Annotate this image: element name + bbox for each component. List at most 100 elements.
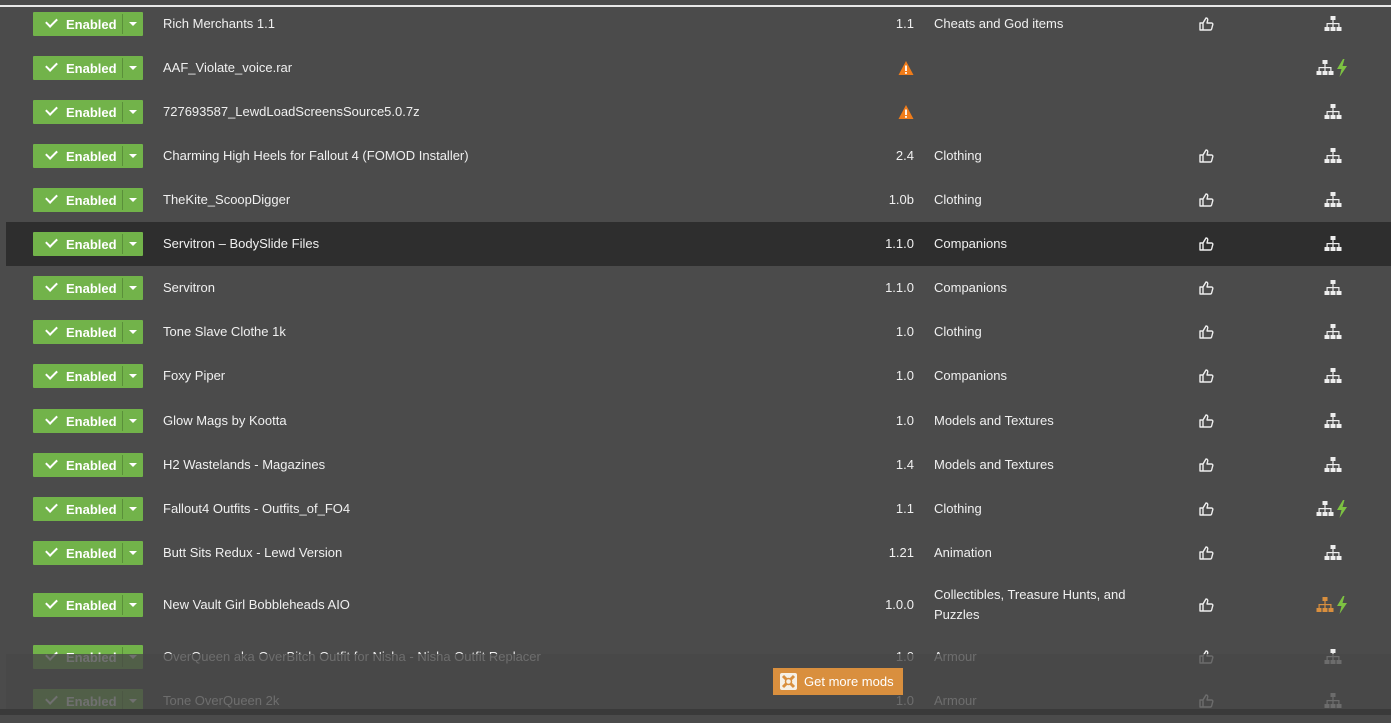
- mod-row[interactable]: Enabled H2 Wastelands - Magazines 1.4 Model…: [6, 443, 1391, 487]
- enabled-button[interactable]: Enabled: [33, 320, 122, 344]
- enabled-button[interactable]: Enabled: [33, 453, 122, 477]
- dependencies-icon[interactable]: [1316, 59, 1334, 77]
- mod-version: 1.4: [895, 457, 914, 472]
- mod-row[interactable]: Enabled Servitron – BodySlide Files 1.1.0 C…: [6, 222, 1391, 266]
- checkmark-icon: [45, 279, 58, 292]
- endorse-thumbs-up-icon[interactable]: [1198, 597, 1214, 613]
- mod-category: Animation: [934, 545, 992, 560]
- status-dropdown-button[interactable]: [123, 409, 143, 433]
- checkmark-icon: [45, 596, 58, 609]
- enabled-button[interactable]: Enabled: [33, 593, 122, 617]
- status-dropdown-button[interactable]: [123, 276, 143, 300]
- mod-name: Butt Sits Redux - Lewd Version: [163, 545, 343, 560]
- mod-row[interactable]: Enabled 727693587_LewdLoadScreensSource5.…: [6, 90, 1391, 134]
- status-dropdown-button[interactable]: [123, 320, 143, 344]
- dependencies-icon[interactable]: [1324, 15, 1342, 33]
- endorse-thumbs-up-icon[interactable]: [1198, 148, 1214, 164]
- dependencies-icon[interactable]: [1324, 191, 1342, 209]
- enabled-toggle: Enabled: [33, 56, 143, 80]
- enabled-button[interactable]: Enabled: [33, 497, 122, 521]
- mod-category: Models and Textures: [934, 457, 1054, 472]
- dependencies-icon[interactable]: [1324, 147, 1342, 165]
- enabled-label: Enabled: [66, 414, 117, 429]
- mod-name: Foxy Piper: [163, 368, 226, 383]
- enabled-label: Enabled: [66, 17, 117, 32]
- dependencies-icon[interactable]: [1316, 596, 1334, 614]
- endorse-thumbs-up-icon[interactable]: [1198, 413, 1214, 429]
- endorse-thumbs-up-icon[interactable]: [1198, 545, 1214, 561]
- enabled-button[interactable]: Enabled: [33, 144, 122, 168]
- status-dropdown-button[interactable]: [123, 497, 143, 521]
- enabled-toggle: Enabled: [33, 497, 143, 521]
- enabled-button[interactable]: Enabled: [33, 276, 122, 300]
- dependencies-icon[interactable]: [1324, 279, 1342, 297]
- dependencies-icon[interactable]: [1324, 412, 1342, 430]
- mod-row[interactable]: Enabled Butt Sits Redux - Lewd Version 1.2…: [6, 531, 1391, 575]
- status-dropdown-button[interactable]: [123, 12, 143, 36]
- status-dropdown-button[interactable]: [123, 100, 143, 124]
- mod-row[interactable]: Enabled Tone Slave Clothe 1k 1.0 Clothing: [6, 310, 1391, 354]
- mod-row[interactable]: Enabled Foxy Piper 1.0 Companions: [6, 354, 1391, 398]
- dependencies-icon[interactable]: [1316, 500, 1334, 518]
- checkmark-icon: [45, 15, 58, 28]
- dependencies-icon[interactable]: [1324, 456, 1342, 474]
- dependencies-icon[interactable]: [1324, 235, 1342, 253]
- mod-category: Clothing: [934, 324, 982, 339]
- endorse-thumbs-up-icon[interactable]: [1198, 236, 1214, 252]
- endorse-thumbs-up-icon[interactable]: [1198, 192, 1214, 208]
- checkmark-icon: [45, 367, 58, 380]
- enabled-button[interactable]: Enabled: [33, 100, 122, 124]
- mod-row[interactable]: Enabled Servitron 1.1.0 Companions: [6, 266, 1391, 310]
- enabled-button[interactable]: Enabled: [33, 409, 122, 433]
- mod-name: Glow Mags by Kootta: [163, 413, 287, 428]
- mod-row[interactable]: Enabled Rich Merchants 1.1 1.1 Cheats and G…: [6, 2, 1391, 46]
- enabled-label: Enabled: [66, 546, 117, 561]
- status-dropdown-button[interactable]: [123, 56, 143, 80]
- get-more-mods-button[interactable]: Get more mods: [773, 668, 903, 695]
- endorse-thumbs-up-icon[interactable]: [1198, 324, 1214, 340]
- status-dropdown-button[interactable]: [123, 593, 143, 617]
- endorse-thumbs-up-icon[interactable]: [1198, 457, 1214, 473]
- enabled-button[interactable]: Enabled: [33, 12, 122, 36]
- mod-category: Clothing: [934, 501, 982, 516]
- mod-name: Fallout4 Outfits - Outfits_of_FO4: [163, 501, 351, 516]
- mod-name: Rich Merchants 1.1: [163, 16, 275, 31]
- status-dropdown-button[interactable]: [123, 144, 143, 168]
- checkmark-icon: [45, 412, 58, 425]
- endorse-thumbs-up-icon[interactable]: [1198, 280, 1214, 296]
- enabled-button[interactable]: Enabled: [33, 232, 122, 256]
- dependencies-icon[interactable]: [1324, 544, 1342, 562]
- enabled-button[interactable]: Enabled: [33, 56, 122, 80]
- dependencies-icon[interactable]: [1324, 323, 1342, 341]
- chevron-down-icon: [129, 22, 137, 26]
- chevron-down-icon: [129, 603, 137, 607]
- dependencies-icon[interactable]: [1324, 103, 1342, 121]
- enabled-button[interactable]: Enabled: [33, 541, 122, 565]
- mod-row[interactable]: Enabled TheKite_ScoopDigger 1.0b Clothing: [6, 178, 1391, 222]
- warning-icon[interactable]: [898, 104, 914, 120]
- mod-row[interactable]: Enabled Charming High Heels for Fallout 4…: [6, 134, 1391, 178]
- dependencies-icon[interactable]: [1324, 367, 1342, 385]
- status-dropdown-button[interactable]: [123, 364, 143, 388]
- endorse-thumbs-up-icon[interactable]: [1198, 501, 1214, 517]
- endorse-thumbs-up-icon[interactable]: [1198, 16, 1214, 32]
- endorse-thumbs-up-icon[interactable]: [1198, 368, 1214, 384]
- status-dropdown-button[interactable]: [123, 188, 143, 212]
- status-dropdown-button[interactable]: [123, 232, 143, 256]
- enabled-button[interactable]: Enabled: [33, 364, 122, 388]
- warning-icon[interactable]: [898, 60, 914, 76]
- mod-row[interactable]: Enabled New Vault Girl Bobbleheads AIO 1.0…: [6, 575, 1391, 635]
- status-dropdown-button[interactable]: [123, 541, 143, 565]
- enabled-button[interactable]: Enabled: [33, 188, 122, 212]
- mod-row[interactable]: Enabled Fallout4 Outfits - Outfits_of_FO4…: [6, 487, 1391, 531]
- mod-row[interactable]: Enabled AAF_Violate_voice.rar: [6, 46, 1391, 90]
- chevron-down-icon: [129, 330, 137, 334]
- mod-name: H2 Wastelands - Magazines: [163, 457, 326, 472]
- mod-version: 1.0.0: [885, 597, 914, 612]
- enabled-label: Enabled: [66, 149, 117, 164]
- lightning-bolt-icon: [1336, 59, 1348, 77]
- chevron-down-icon: [129, 374, 137, 378]
- status-dropdown-button[interactable]: [123, 453, 143, 477]
- enabled-label: Enabled: [66, 325, 117, 340]
- mod-row[interactable]: Enabled Glow Mags by Kootta 1.0 Models and …: [6, 399, 1391, 443]
